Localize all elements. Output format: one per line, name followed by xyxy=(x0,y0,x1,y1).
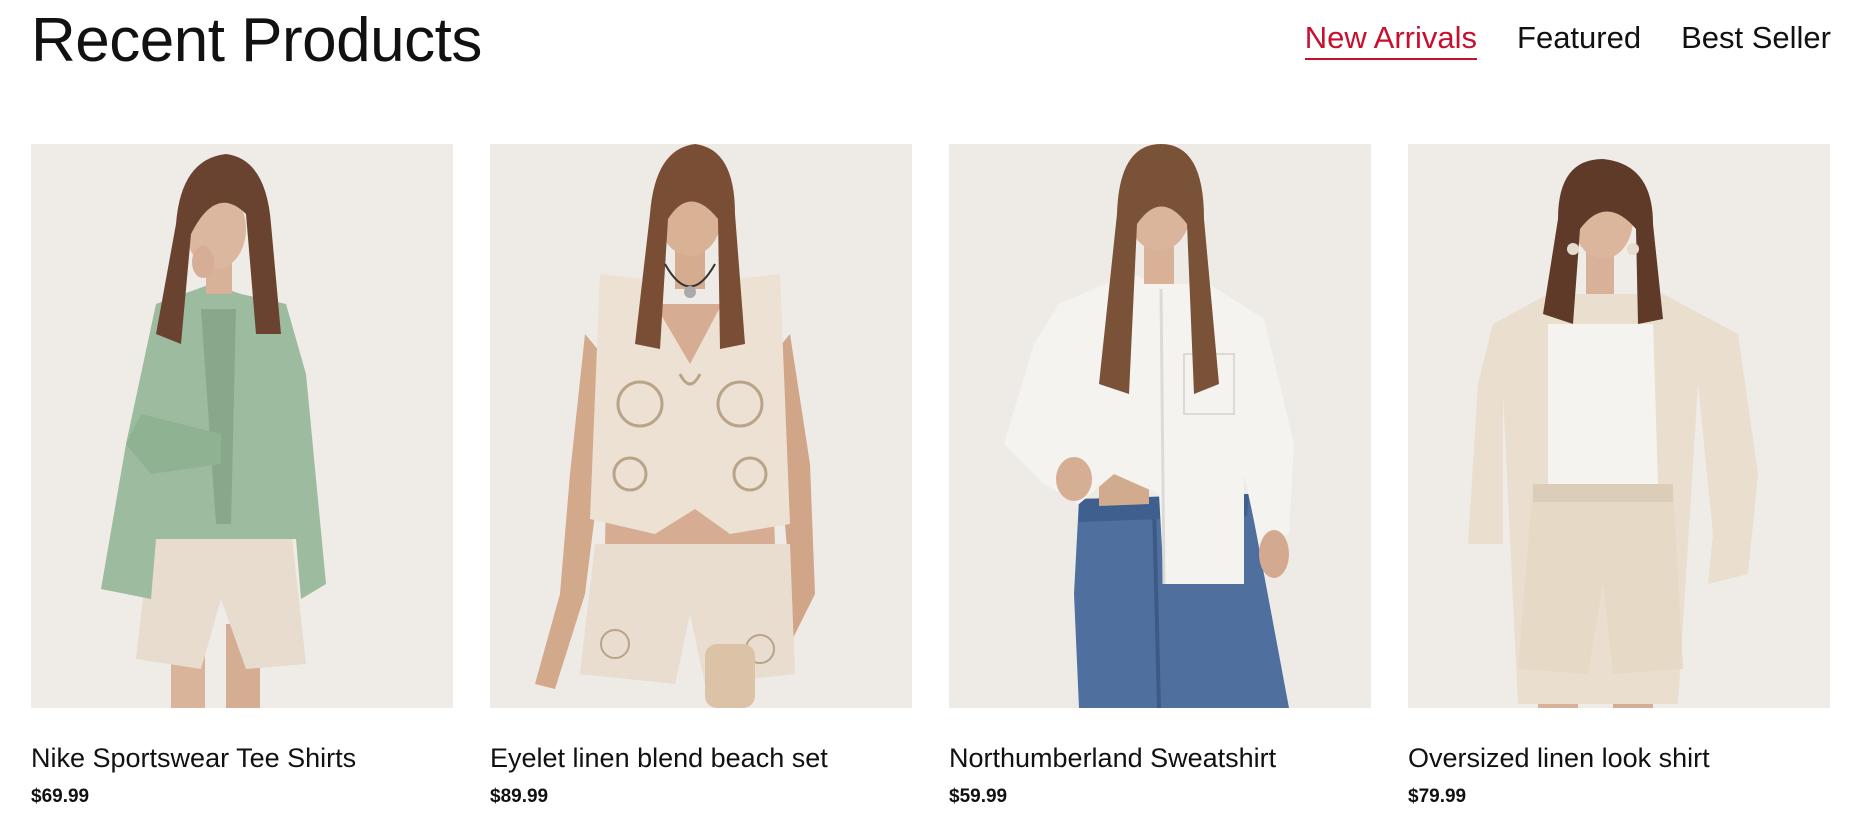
model-white-shirt-jeans-photo-icon xyxy=(949,144,1371,708)
model-linen-shirt-photo-icon xyxy=(1408,144,1830,708)
product-tabs: New Arrivals Featured Best Seller xyxy=(1304,20,1831,60)
product-card[interactable]: Nike Sportswear Tee Shirts $69.99 xyxy=(31,144,453,808)
product-price: $59.99 xyxy=(949,786,1008,808)
product-image[interactable] xyxy=(1408,144,1830,708)
product-price: $79.99 xyxy=(1408,786,1467,808)
product-grid: Nike Sportswear Tee Shirts $69.99 Eyelet… xyxy=(31,144,1830,808)
model-green-shirt-photo-icon xyxy=(31,144,453,708)
product-image[interactable] xyxy=(949,144,1371,708)
product-name[interactable]: Eyelet linen blend beach set xyxy=(490,742,912,774)
product-card[interactable]: Eyelet linen blend beach set $89.99 xyxy=(490,144,912,808)
product-name[interactable]: Nike Sportswear Tee Shirts xyxy=(31,742,453,774)
tab-new-arrivals[interactable]: New Arrivals xyxy=(1304,20,1478,60)
section-header: Recent Products New Arrivals Featured Be… xyxy=(31,0,1831,90)
product-card[interactable]: Oversized linen look shirt $79.99 xyxy=(1408,144,1830,808)
product-price: $89.99 xyxy=(490,786,549,808)
tab-featured[interactable]: Featured xyxy=(1517,20,1641,60)
model-eyelet-set-photo-icon xyxy=(490,144,912,708)
product-name[interactable]: Northumberland Sweatshirt xyxy=(949,742,1371,774)
recent-products-page: Recent Products New Arrivals Featured Be… xyxy=(0,0,1862,839)
product-name[interactable]: Oversized linen look shirt xyxy=(1408,742,1830,774)
section-title: Recent Products xyxy=(31,6,482,75)
product-image[interactable] xyxy=(490,144,912,708)
product-image[interactable] xyxy=(31,144,453,708)
product-card[interactable]: Northumberland Sweatshirt $59.99 xyxy=(949,144,1371,808)
tab-best-seller[interactable]: Best Seller xyxy=(1681,20,1831,60)
product-price: $69.99 xyxy=(31,786,90,808)
